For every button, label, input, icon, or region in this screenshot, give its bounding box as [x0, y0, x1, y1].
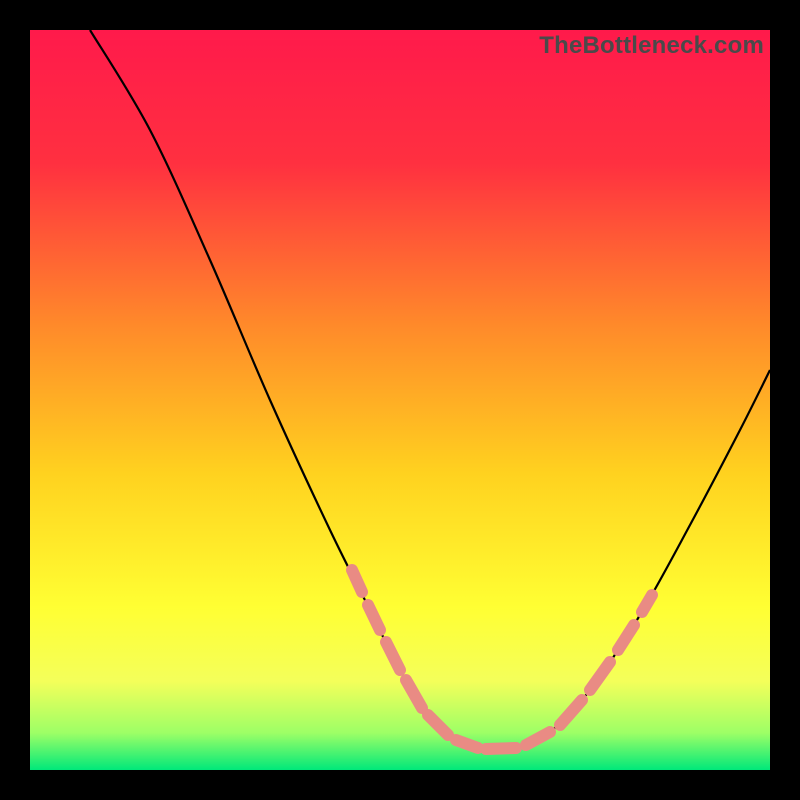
chart-svg — [30, 30, 770, 770]
watermark-text: TheBottleneck.com — [539, 32, 764, 60]
plot-area: TheBottleneck.com — [30, 30, 770, 770]
